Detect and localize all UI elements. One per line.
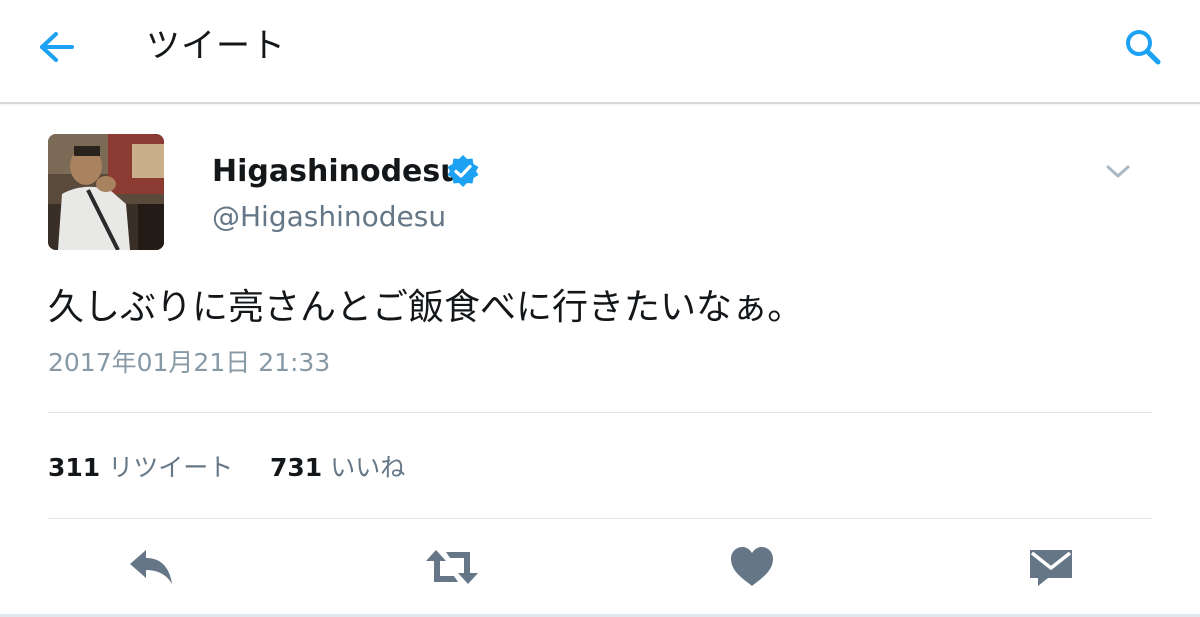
avatar-photo <box>48 134 164 250</box>
divider <box>48 518 1152 519</box>
back-button[interactable] <box>34 24 80 70</box>
tweet-timestamp: 2017年01月21日 21:33 <box>48 348 331 377</box>
chevron-down-icon <box>1106 165 1130 178</box>
reply-icon <box>130 550 172 584</box>
like-count: 731 <box>270 453 323 482</box>
divider <box>48 412 1152 413</box>
search-button[interactable] <box>1120 24 1166 70</box>
avatar[interactable] <box>48 134 164 250</box>
retweet-button[interactable] <box>424 544 480 590</box>
top-bar: ツイート <box>0 0 1200 104</box>
more-options-button[interactable] <box>1104 160 1132 184</box>
reply-button[interactable] <box>126 544 176 590</box>
like-label: いいね <box>330 453 406 482</box>
arrow-left-icon <box>40 32 74 62</box>
like-stat[interactable]: 731 いいね <box>270 448 405 488</box>
page-title: ツイート <box>146 26 286 66</box>
direct-message-button[interactable] <box>1026 544 1076 590</box>
author-display-name[interactable]: Higashinodesu <box>212 152 462 192</box>
retweet-icon <box>426 550 478 584</box>
like-button[interactable] <box>727 544 777 590</box>
retweet-label: リツイート <box>108 453 234 482</box>
retweet-stat[interactable]: 311 リツイート <box>48 448 233 488</box>
author-handle[interactable]: @Higashinodesu <box>212 198 446 236</box>
tweet-text: 久しぶりに亮さんとご飯食べに行きたいなぁ。 <box>48 287 804 328</box>
search-icon <box>1126 30 1161 65</box>
heart-icon <box>731 547 773 586</box>
verified-badge-icon <box>446 154 480 188</box>
direct-message-icon <box>1030 550 1072 586</box>
retweet-count: 311 <box>48 453 101 482</box>
